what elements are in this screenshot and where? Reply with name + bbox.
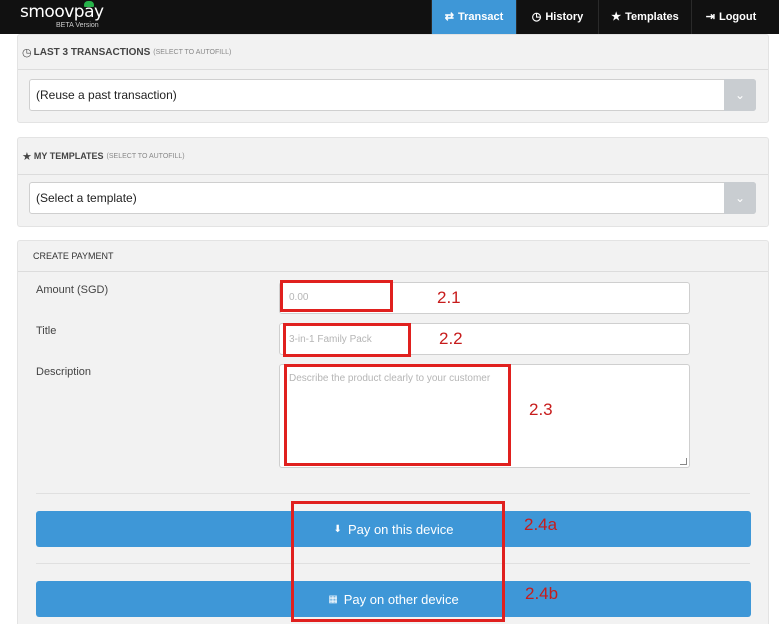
logo-subtitle: BETA Version bbox=[56, 22, 99, 29]
past-transaction-select[interactable]: (Reuse a past transaction) ⌄ bbox=[29, 79, 756, 111]
nav-logout[interactable]: ⇥ Logout bbox=[691, 0, 770, 34]
templates-hint: (SELECT TO AUTOFILL) bbox=[106, 152, 185, 160]
clock-icon: ◷ bbox=[22, 46, 32, 59]
annotation-box-2-2 bbox=[283, 323, 411, 357]
clock-icon: ◷ bbox=[531, 10, 542, 23]
logout-icon: ⇥ bbox=[705, 10, 715, 23]
annotation-box-2-1 bbox=[280, 280, 393, 312]
transactions-header: ◷ LAST 3 TRANSACTIONS (SELECT TO AUTOFIL… bbox=[18, 35, 768, 70]
templates-panel: ★ MY TEMPLATES (SELECT TO AUTOFILL) (Sel… bbox=[17, 137, 769, 227]
template-select[interactable]: (Select a template) ⌄ bbox=[29, 182, 756, 214]
arrows-exchange-icon: ⇄ bbox=[444, 10, 454, 23]
transactions-title: LAST 3 TRANSACTIONS bbox=[33, 46, 151, 58]
form-divider bbox=[36, 493, 750, 494]
nav-templates[interactable]: ★ Templates bbox=[598, 0, 691, 34]
template-value: (Select a template) bbox=[36, 191, 137, 205]
nav-transact[interactable]: ⇄ Transact bbox=[431, 0, 516, 34]
star-icon: ★ bbox=[611, 10, 622, 23]
top-navbar: smoovpay BETA Version ⇄ Transact ◷ Histo… bbox=[0, 0, 779, 34]
annotation-label-2-4b: 2.4b bbox=[525, 584, 559, 603]
chevron-down-icon[interactable]: ⌄ bbox=[724, 182, 756, 214]
nav-transact-label: Transact bbox=[457, 11, 504, 23]
resize-handle-icon[interactable] bbox=[680, 458, 687, 465]
amount-label: Amount (SGD) bbox=[36, 284, 109, 296]
smoovpay-logo[interactable]: smoovpay BETA Version bbox=[20, 1, 104, 32]
title-label: Title bbox=[36, 325, 57, 337]
templates-title: MY TEMPLATES bbox=[33, 151, 104, 161]
annotation-label-2-4a: 2.4a bbox=[524, 515, 558, 534]
transactions-hint: (SELECT TO AUTOFILL) bbox=[153, 48, 232, 56]
star-icon: ★ bbox=[22, 150, 32, 163]
annotation-label-2-3: 2.3 bbox=[529, 400, 553, 419]
nav-templates-label: Templates bbox=[625, 11, 679, 23]
description-label: Description bbox=[36, 366, 92, 378]
logo-cloud-icon bbox=[84, 1, 94, 7]
create-payment-header: CREATE PAYMENT bbox=[18, 241, 768, 272]
nav-logout-label: Logout bbox=[718, 11, 757, 23]
annotation-box-2-3 bbox=[284, 364, 511, 466]
annotation-label-2-2: 2.2 bbox=[439, 329, 463, 348]
nav-history[interactable]: ◷ History bbox=[516, 0, 598, 34]
annotation-label-2-1: 2.1 bbox=[437, 288, 461, 307]
create-payment-title: CREATE PAYMENT bbox=[33, 251, 114, 261]
past-transaction-value: (Reuse a past transaction) bbox=[36, 88, 177, 102]
chevron-down-icon[interactable]: ⌄ bbox=[724, 79, 756, 111]
transactions-panel: ◷ LAST 3 TRANSACTIONS (SELECT TO AUTOFIL… bbox=[17, 34, 769, 123]
templates-header: ★ MY TEMPLATES (SELECT TO AUTOFILL) bbox=[18, 138, 768, 175]
annotation-box-2-4 bbox=[291, 501, 505, 622]
nav-history-label: History bbox=[545, 11, 584, 23]
